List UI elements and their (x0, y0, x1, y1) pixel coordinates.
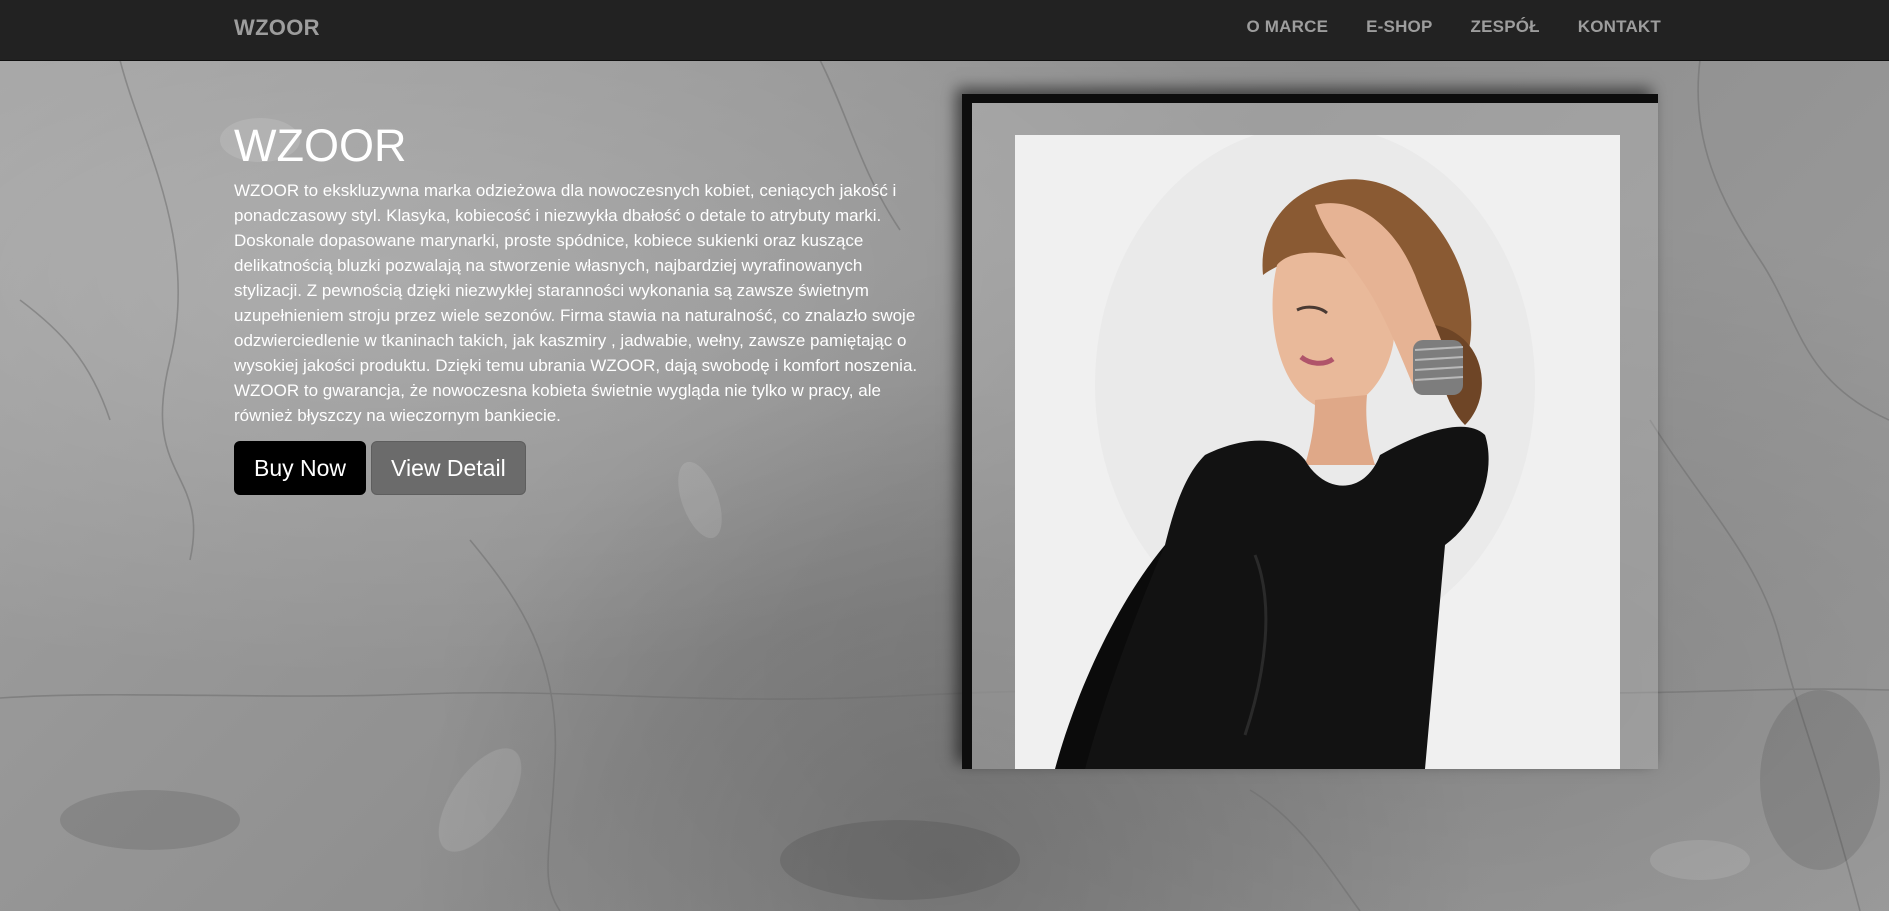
nav-link-kontakt[interactable]: KONTAKT (1578, 17, 1661, 37)
hero-buttons: Buy Now View Detail (234, 441, 924, 495)
nav-menu: O MARCE E-SHOP ZESPÓŁ KONTAKT (1246, 17, 1661, 37)
nav-link-e-shop[interactable]: E-SHOP (1366, 17, 1432, 37)
model-photo (1015, 135, 1620, 769)
nav-link-zespol[interactable]: ZESPÓŁ (1471, 17, 1540, 37)
buy-now-button[interactable]: Buy Now (234, 441, 367, 495)
top-navbar: WZOOR O MARCE E-SHOP ZESPÓŁ KONTAKT (0, 0, 1889, 61)
hero-title: WZOOR (234, 120, 407, 171)
brand-logo[interactable]: WZOOR (234, 15, 320, 41)
nav-link-o-marce[interactable]: O MARCE (1246, 17, 1328, 37)
hero-description: WZOOR to ekskluzywna marka odzieżowa dla… (234, 181, 918, 425)
hero-section: WZOOR WZOOR to ekskluzywna marka odzieżo… (234, 118, 924, 495)
view-detail-button[interactable]: View Detail (371, 441, 526, 495)
